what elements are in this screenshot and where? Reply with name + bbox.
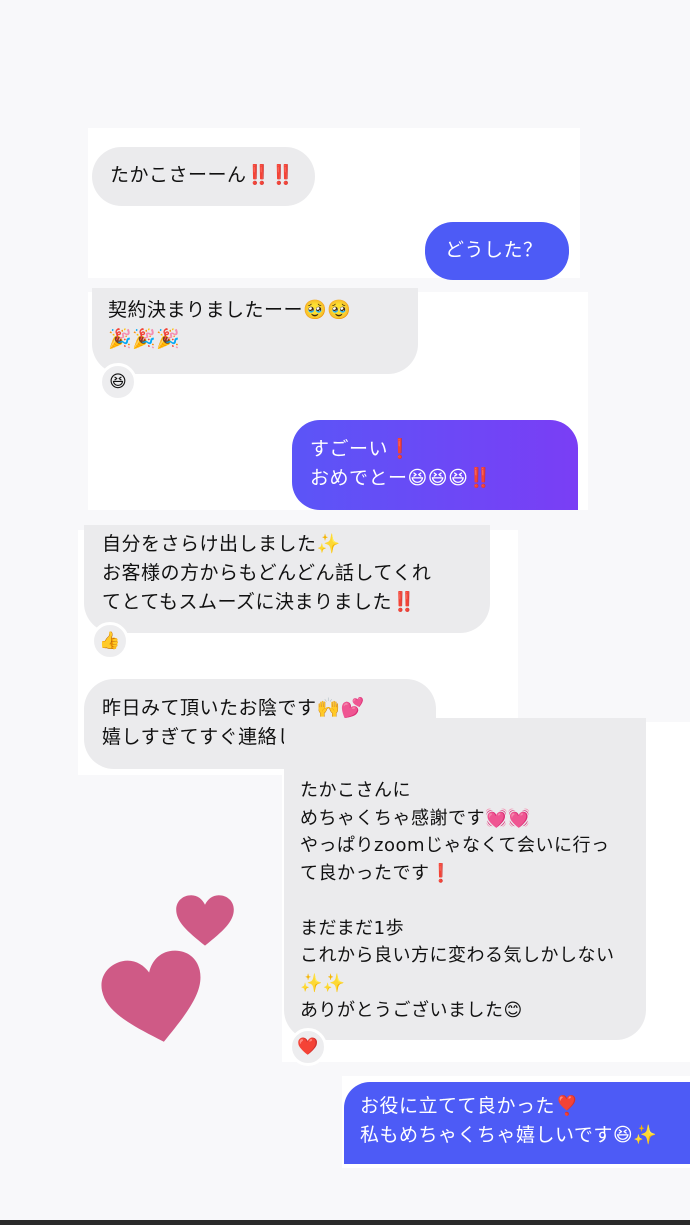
bottom-border	[0, 1220, 690, 1225]
reaction-badge[interactable]: 👍	[91, 622, 129, 660]
reaction-badge[interactable]: ❤️	[289, 1028, 327, 1066]
message-bubble-outgoing[interactable]: お役に立てて良かった❣️ 私もめちゃくちゃ嬉しいです😆✨	[344, 1082, 690, 1164]
message-bubble-incoming[interactable]: 自分をさらけ出しました✨ お客様の方からもどんどん話してくれ てとてもスムーズに…	[84, 525, 490, 633]
large-heart-sticker	[101, 950, 201, 1042]
message-bubble-incoming[interactable]: 契約決まりましたーー🥹🥹 🎉🎉🎉	[92, 288, 418, 374]
message-bubble-incoming[interactable]: たかこさんに めちゃくちゃ感謝です💓💓 やっぱりzoomじゃなくて会いに行っ て…	[284, 718, 646, 1040]
message-bubble-outgoing[interactable]: どうした？	[425, 222, 569, 280]
message-bubble-outgoing[interactable]: すごーい❗️ おめでとー😆😆😆‼️	[292, 420, 578, 510]
message-bubble-incoming[interactable]: たかこさーーん‼️‼️	[92, 147, 315, 206]
reaction-badge[interactable]: 😆	[99, 363, 137, 401]
small-heart-sticker	[176, 895, 234, 946]
